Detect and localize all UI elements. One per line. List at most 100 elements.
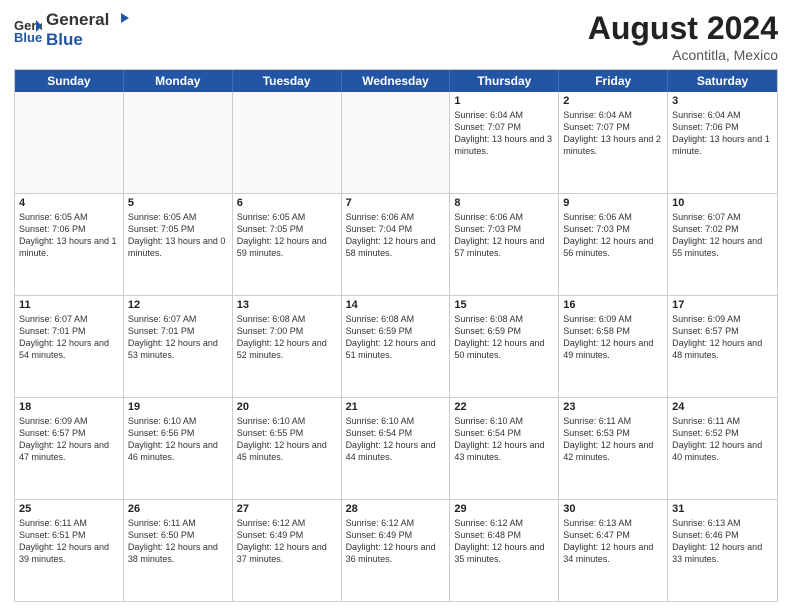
day-number: 17	[672, 299, 773, 311]
calendar-header: SundayMondayTuesdayWednesdayThursdayFrid…	[15, 70, 777, 92]
day-number: 31	[672, 503, 773, 515]
location: Acontitla, Mexico	[588, 47, 778, 63]
day-number: 13	[237, 299, 337, 311]
day-number: 9	[563, 197, 663, 209]
day-number: 15	[454, 299, 554, 311]
day-cell-16: 16Sunrise: 6:09 AMSunset: 6:58 PMDayligh…	[559, 296, 668, 397]
day-cell-18: 18 Sunrise: 6:09 AMSunset: 6:57 PMDayligh…	[15, 398, 124, 499]
page: General Blue General Blue August 2024 Ac…	[0, 0, 792, 612]
weekday-header-wednesday: Wednesday	[342, 70, 451, 92]
day-info: Sunrise: 6:05 AMSunset: 7:05 PMDaylight:…	[237, 211, 337, 260]
empty-cell-0-1	[124, 92, 233, 193]
day-info: Sunrise: 6:10 AMSunset: 6:56 PMDaylight:…	[128, 415, 228, 464]
day-number: 20	[237, 401, 337, 413]
weekday-header-monday: Monday	[124, 70, 233, 92]
day-cell-5: 5 Sunrise: 6:05 AMSunset: 7:05 PMDaylight…	[124, 194, 233, 295]
day-number: 5	[128, 197, 228, 209]
day-number: 2	[563, 95, 663, 107]
logo-icon: General Blue	[14, 16, 42, 44]
day-cell-6: 6Sunrise: 6:05 AMSunset: 7:05 PMDaylight…	[233, 194, 342, 295]
day-cell-1: 1Sunrise: 6:04 AMSunset: 7:07 PMDaylight…	[450, 92, 559, 193]
day-info: Sunrise: 6:08 AMSunset: 7:00 PMDaylight:…	[237, 313, 337, 362]
day-info: Sunrise: 6:08 AMSunset: 6:59 PMDaylight:…	[454, 313, 554, 362]
day-info: Sunrise: 6:11 AMSunset: 6:50 PMDaylight:…	[128, 517, 228, 566]
weekday-header-sunday: Sunday	[15, 70, 124, 92]
calendar-body: 1 Sunrise: 6:04 AMSunset: 7:07 PMDaylight…	[15, 92, 777, 601]
day-cell-20: 20Sunrise: 6:10 AMSunset: 6:55 PMDayligh…	[233, 398, 342, 499]
day-info: Sunrise: 6:05 AMSunset: 7:05 PMDaylight:…	[128, 211, 228, 260]
day-number: 3	[672, 95, 773, 107]
day-number: 10	[672, 197, 773, 209]
day-info: Sunrise: 6:07 AMSunset: 7:02 PMDaylight:…	[672, 211, 773, 260]
day-info: Sunrise: 6:11 AMSunset: 6:51 PMDaylight:…	[19, 517, 119, 566]
day-cell-22: 22Sunrise: 6:10 AMSunset: 6:54 PMDayligh…	[450, 398, 559, 499]
day-info: Sunrise: 6:09 AMSunset: 6:57 PMDaylight:…	[19, 415, 119, 464]
day-cell-26: 26 Sunrise: 6:11 AMSunset: 6:50 PMDayligh…	[124, 500, 233, 601]
day-number: 25	[19, 503, 119, 515]
day-number: 14	[346, 299, 446, 311]
day-cell-3: 3Sunrise: 6:04 AMSunset: 7:06 PMDaylight…	[668, 92, 777, 193]
day-cell-13: 13 Sunrise: 6:08 AMSunset: 7:00 PMDayligh…	[233, 296, 342, 397]
day-number: 8	[454, 197, 554, 209]
day-cell-14: 14 Sunrise: 6:08 AMSunset: 6:59 PMDayligh…	[342, 296, 451, 397]
month-year: August 2024	[588, 10, 778, 47]
day-number: 27	[237, 503, 337, 515]
day-number: 23	[563, 401, 663, 413]
day-info: Sunrise: 6:12 AMSunset: 6:49 PMDaylight:…	[346, 517, 446, 566]
day-cell-21: 21Sunrise: 6:10 AMSunset: 6:54 PMDayligh…	[342, 398, 451, 499]
weekday-header-friday: Friday	[559, 70, 668, 92]
day-info: Sunrise: 6:08 AMSunset: 6:59 PMDaylight:…	[346, 313, 446, 362]
day-cell-31: 31 Sunrise: 6:13 AMSunset: 6:46 PMDayligh…	[668, 500, 777, 601]
logo-general: General	[46, 10, 109, 30]
day-cell-15: 15 Sunrise: 6:08 AMSunset: 6:59 PMDayligh…	[450, 296, 559, 397]
calendar-row-4: 25 Sunrise: 6:11 AMSunset: 6:51 PMDayligh…	[15, 499, 777, 601]
day-info: Sunrise: 6:06 AMSunset: 7:03 PMDaylight:…	[454, 211, 554, 260]
logo-blue: Blue	[46, 30, 83, 49]
logo-flag-icon	[111, 11, 129, 29]
day-cell-27: 27 Sunrise: 6:12 AMSunset: 6:49 PMDayligh…	[233, 500, 342, 601]
day-info: Sunrise: 6:07 AMSunset: 7:01 PMDaylight:…	[128, 313, 228, 362]
day-info: Sunrise: 6:09 AMSunset: 6:57 PMDaylight:…	[672, 313, 773, 362]
calendar-row-1: 4 Sunrise: 6:05 AMSunset: 7:06 PMDaylight…	[15, 193, 777, 295]
day-info: Sunrise: 6:12 AMSunset: 6:49 PMDaylight:…	[237, 517, 337, 566]
day-info: Sunrise: 6:11 AMSunset: 6:53 PMDaylight:…	[563, 415, 663, 464]
day-cell-7: 7 Sunrise: 6:06 AMSunset: 7:04 PMDaylight…	[342, 194, 451, 295]
calendar: SundayMondayTuesdayWednesdayThursdayFrid…	[14, 69, 778, 602]
empty-cell-0-0	[15, 92, 124, 193]
day-info: Sunrise: 6:05 AMSunset: 7:06 PMDaylight:…	[19, 211, 119, 260]
logo: General Blue General Blue	[14, 10, 129, 50]
day-number: 19	[128, 401, 228, 413]
day-info: Sunrise: 6:11 AMSunset: 6:52 PMDaylight:…	[672, 415, 773, 464]
day-cell-9: 9 Sunrise: 6:06 AMSunset: 7:03 PMDaylight…	[559, 194, 668, 295]
day-info: Sunrise: 6:13 AMSunset: 6:47 PMDaylight:…	[563, 517, 663, 566]
day-number: 7	[346, 197, 446, 209]
empty-cell-0-2	[233, 92, 342, 193]
day-info: Sunrise: 6:13 AMSunset: 6:46 PMDaylight:…	[672, 517, 773, 566]
day-cell-30: 30Sunrise: 6:13 AMSunset: 6:47 PMDayligh…	[559, 500, 668, 601]
day-number: 21	[346, 401, 446, 413]
day-info: Sunrise: 6:06 AMSunset: 7:03 PMDaylight:…	[563, 211, 663, 260]
day-info: Sunrise: 6:06 AMSunset: 7:04 PMDaylight:…	[346, 211, 446, 260]
day-number: 26	[128, 503, 228, 515]
day-info: Sunrise: 6:04 AMSunset: 7:07 PMDaylight:…	[563, 109, 663, 158]
day-number: 22	[454, 401, 554, 413]
day-cell-4: 4 Sunrise: 6:05 AMSunset: 7:06 PMDaylight…	[15, 194, 124, 295]
day-cell-29: 29Sunrise: 6:12 AMSunset: 6:48 PMDayligh…	[450, 500, 559, 601]
day-number: 16	[563, 299, 663, 311]
day-cell-11: 11Sunrise: 6:07 AMSunset: 7:01 PMDayligh…	[15, 296, 124, 397]
day-number: 18	[19, 401, 119, 413]
weekday-header-thursday: Thursday	[450, 70, 559, 92]
day-cell-24: 24Sunrise: 6:11 AMSunset: 6:52 PMDayligh…	[668, 398, 777, 499]
day-number: 12	[128, 299, 228, 311]
day-cell-25: 25 Sunrise: 6:11 AMSunset: 6:51 PMDayligh…	[15, 500, 124, 601]
weekday-header-tuesday: Tuesday	[233, 70, 342, 92]
day-number: 4	[19, 197, 119, 209]
day-number: 28	[346, 503, 446, 515]
day-number: 1	[454, 95, 554, 107]
calendar-row-0: 1 Sunrise: 6:04 AMSunset: 7:07 PMDaylight…	[15, 92, 777, 193]
empty-cell-0-3	[342, 92, 451, 193]
day-number: 29	[454, 503, 554, 515]
day-cell-28: 28 Sunrise: 6:12 AMSunset: 6:49 PMDayligh…	[342, 500, 451, 601]
title-block: August 2024 Acontitla, Mexico	[588, 10, 778, 63]
day-cell-2: 2 Sunrise: 6:04 AMSunset: 7:07 PMDaylight…	[559, 92, 668, 193]
